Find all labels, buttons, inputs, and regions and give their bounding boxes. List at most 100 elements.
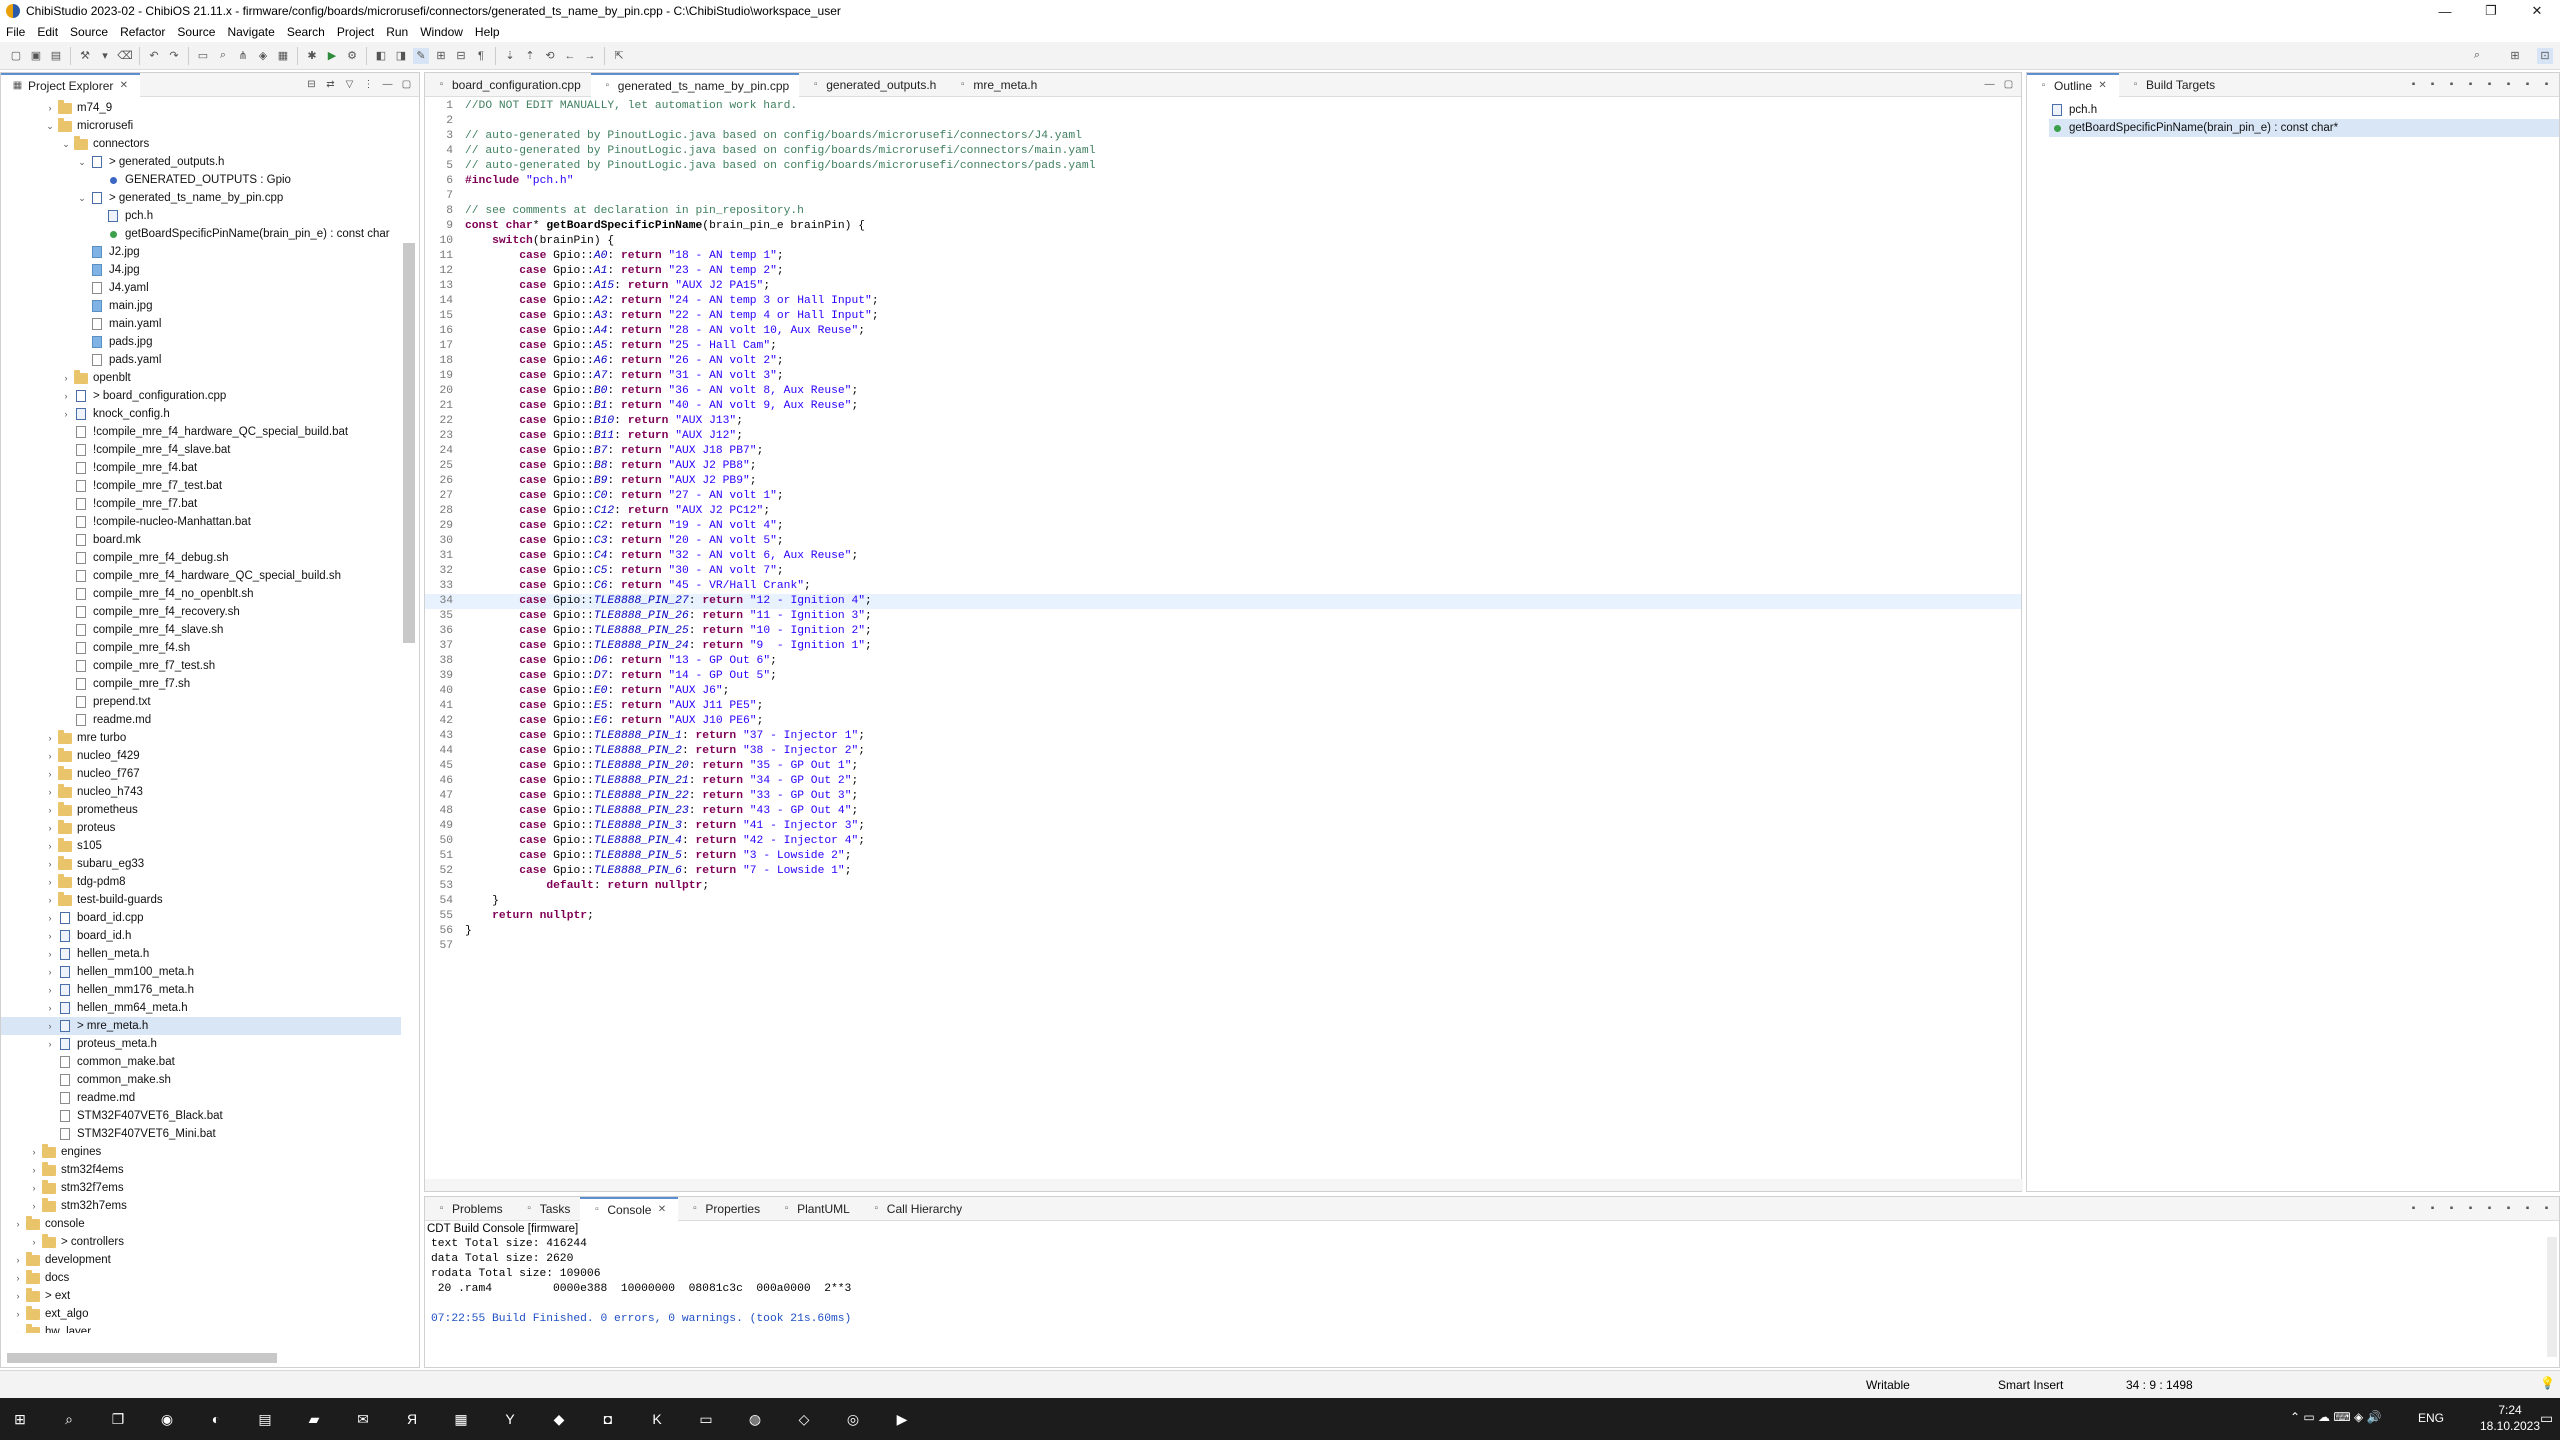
chevron-right-icon[interactable]: ›	[45, 1003, 55, 1013]
tab-project-explorer[interactable]: ▦ Project Explorer ✕	[1, 72, 141, 97]
close-icon[interactable]: ✕	[2096, 79, 2109, 92]
yandex-icon[interactable]: Я	[392, 1399, 432, 1439]
chevron-right-icon[interactable]: ›	[13, 1219, 23, 1229]
tree-item[interactable]: › prometheus	[1, 801, 401, 819]
search-file-icon[interactable]: ⌕	[215, 48, 231, 64]
editor-horizontal-scrollbar[interactable]	[425, 1179, 2023, 1191]
debug-icon[interactable]: ✱	[304, 48, 320, 64]
tree-item[interactable]: › mre turbo	[1, 729, 401, 747]
tree-item[interactable]: common_make.bat	[1, 1053, 401, 1071]
tree-item[interactable]: › engines	[1, 1143, 401, 1161]
tree-item[interactable]: prepend.txt	[1, 693, 401, 711]
chevron-right-icon[interactable]: ›	[45, 787, 55, 797]
outline-item[interactable]: pch.h	[2049, 101, 2559, 119]
clock-time[interactable]: 7:24	[2480, 1403, 2540, 1417]
hide-fields-icon[interactable]: ▪	[2426, 78, 2439, 91]
tab-problems[interactable]: ▫ Problems	[425, 1197, 513, 1221]
new-icon[interactable]: ▢	[8, 48, 24, 64]
clean-icon[interactable]: ⌫	[117, 48, 133, 64]
link-editor-icon[interactable]: ⇄	[324, 78, 337, 91]
chevron-right-icon[interactable]: ›	[13, 1291, 23, 1301]
tree-item[interactable]: pch.h	[1, 207, 401, 225]
app-purple-icon[interactable]: ◉	[147, 1399, 187, 1439]
hide-static-icon[interactable]: ▪	[2445, 78, 2458, 91]
tree-item[interactable]: readme.md	[1, 1089, 401, 1107]
chevron-right-icon[interactable]: ›	[61, 391, 71, 401]
language-indicator[interactable]: ENG	[2418, 1411, 2444, 1425]
build-dropdown-icon[interactable]: ▾	[97, 48, 113, 64]
pin-console-icon[interactable]: ▪	[2464, 1202, 2477, 1215]
tray-icons[interactable]: ⌃ ▭ ☁ ⌨ ◈ 🔊	[2290, 1410, 2382, 1424]
minimize-icon[interactable]: ▪	[2521, 78, 2534, 91]
app-terminal-icon[interactable]: ▶	[882, 1399, 922, 1439]
save-all-icon[interactable]: ▤	[48, 48, 64, 64]
task-view-icon[interactable]: ❐	[98, 1399, 138, 1439]
terminal-icon[interactable]: ▭	[195, 48, 211, 64]
menu-item[interactable]: Help	[469, 25, 506, 39]
search-icon[interactable]: ⌕	[49, 1399, 89, 1439]
chevron-right-icon[interactable]: ›	[29, 1201, 39, 1211]
chevron-right-icon[interactable]: ›	[45, 967, 55, 977]
tab-properties[interactable]: ▫ Properties	[678, 1197, 770, 1221]
chevron-right-icon[interactable]: ›	[45, 751, 55, 761]
chevron-right-icon[interactable]: ›	[61, 373, 71, 383]
notifications-icon[interactable]: ▭	[2540, 1410, 2553, 1427]
tree-item[interactable]: compile_mre_f4_slave.sh	[1, 621, 401, 639]
toggle-highlight-icon[interactable]: ✎	[413, 47, 429, 64]
tree-item[interactable]: pads.yaml	[1, 351, 401, 369]
open-type-icon[interactable]: ◧	[373, 48, 389, 64]
tree-item[interactable]: STM32F407VET6_Black.bat	[1, 1107, 401, 1125]
tree-item[interactable]: compile_mre_f7_test.sh	[1, 657, 401, 675]
mail-icon[interactable]: ✉	[343, 1399, 383, 1439]
chibistudio-icon[interactable]: ◍	[735, 1399, 775, 1439]
chevron-right-icon[interactable]: ›	[45, 985, 55, 995]
app-screen-icon[interactable]: ▭	[686, 1399, 726, 1439]
pin-editor-icon[interactable]: ⇱	[611, 48, 627, 64]
chevron-right-icon[interactable]: ›	[45, 949, 55, 959]
tree-item[interactable]: !compile-nucleo-Manhattan.bat	[1, 513, 401, 531]
chevron-right-icon[interactable]: ›	[45, 913, 55, 923]
tree-item[interactable]: › openblt	[1, 369, 401, 387]
yandex-browser-icon[interactable]: Y	[490, 1399, 530, 1439]
chevron-right-icon[interactable]: ›	[45, 103, 55, 113]
tree-item[interactable]: ⌄ hw_layer	[1, 1323, 401, 1333]
tree-item[interactable]: › board_id.h	[1, 927, 401, 945]
view-menu-icon[interactable]: ⋮	[362, 78, 375, 91]
forward-icon[interactable]: →	[582, 48, 598, 64]
tab-tasks[interactable]: ▫ Tasks	[513, 1197, 581, 1221]
tree-item[interactable]: !compile_mre_f4_slave.bat	[1, 441, 401, 459]
word-wrap-icon[interactable]: ▪	[2445, 1202, 2458, 1215]
show-whitespace-icon[interactable]: ¶	[473, 48, 489, 64]
tree-item[interactable]: J4.yaml	[1, 279, 401, 297]
menu-item[interactable]: Edit	[31, 25, 64, 39]
minimize-icon[interactable]: ▪	[2521, 1202, 2534, 1215]
chevron-down-icon[interactable]: ⌄	[61, 139, 71, 150]
tree-item[interactable]: › stm32f4ems	[1, 1161, 401, 1179]
tree-item[interactable]: › nucleo_h743	[1, 783, 401, 801]
tree-item[interactable]: › hellen_mm64_meta.h	[1, 999, 401, 1017]
tab-plantuml[interactable]: ▫ PlantUML	[770, 1197, 860, 1221]
chevron-right-icon[interactable]: ›	[13, 1309, 23, 1319]
maximize-icon[interactable]: ▪	[2540, 78, 2553, 91]
last-edit-icon[interactable]: ⟲	[542, 48, 558, 64]
tab-outline[interactable]: ▫ Outline ✕	[2027, 72, 2120, 97]
display-console-icon[interactable]: ▪	[2483, 1202, 2496, 1215]
tree-item[interactable]: ⌄ > generated_outputs.h	[1, 153, 401, 171]
tab-generated-outputs-h[interactable]: ▫ generated_outputs.h	[799, 73, 946, 97]
tree-item[interactable]: compile_mre_f4_hardware_QC_special_build…	[1, 567, 401, 585]
chevron-right-icon[interactable]: ›	[45, 769, 55, 779]
windows-start-icon[interactable]: ⊞	[0, 1399, 40, 1439]
tab-call-hierarchy[interactable]: ▫ Call Hierarchy	[860, 1197, 972, 1221]
tree-item[interactable]: › > ext	[1, 1287, 401, 1305]
tab-build-targets[interactable]: ▫ Build Targets	[2119, 73, 2225, 97]
chevron-down-icon[interactable]: ⌄	[77, 193, 87, 204]
chevron-right-icon[interactable]: ›	[13, 1255, 23, 1265]
tree-item[interactable]: › > controllers	[1, 1233, 401, 1251]
menu-item[interactable]: File	[0, 25, 31, 39]
undo-icon[interactable]: ↶	[146, 48, 162, 64]
filter-icon[interactable]: ▽	[343, 78, 356, 91]
collapse-all-icon[interactable]: ⊟	[305, 78, 318, 91]
tree-item[interactable]: ⌄ microrusefi	[1, 117, 401, 135]
tree-item[interactable]: getBoardSpecificPinName(brain_pin_e) : c…	[1, 225, 401, 243]
next-annotation-icon[interactable]: ⇣	[502, 48, 518, 64]
